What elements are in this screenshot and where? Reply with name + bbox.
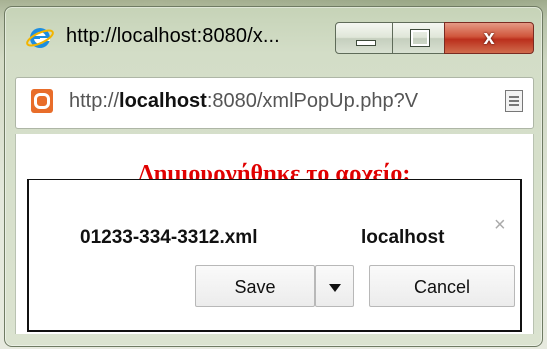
url-prefix: http:// <box>69 90 120 112</box>
minimize-button[interactable] <box>335 22 394 54</box>
document-icon <box>505 90 523 112</box>
internet-explorer-icon <box>26 28 54 48</box>
close-icon: x <box>483 27 495 49</box>
dialog-close-icon[interactable]: × <box>494 215 506 235</box>
address-url[interactable]: http://localhost:8080/xmlPopUp.php?V <box>69 90 418 113</box>
save-button[interactable]: Save <box>195 265 315 307</box>
cancel-button[interactable]: Cancel <box>369 265 515 307</box>
download-file-name: 01233-334-3312.xml <box>80 227 258 248</box>
save-options-dropdown[interactable] <box>315 265 354 307</box>
address-bar[interactable]: http://localhost:8080/xmlPopUp.php?V <box>15 77 534 129</box>
maximize-icon <box>410 29 430 47</box>
download-dialog: 01233-334-3312.xml localhost × Save Canc… <box>27 180 522 332</box>
orange-favicon-icon <box>31 89 53 113</box>
maximize-button[interactable] <box>392 22 446 54</box>
title-bar[interactable]: http://localhost:8080/x... x <box>5 7 542 65</box>
url-rest: :8080/xmlPopUp.php?V <box>206 90 419 112</box>
minimize-icon <box>356 40 376 46</box>
chevron-down-icon <box>328 284 341 293</box>
url-host: localhost <box>119 90 207 112</box>
download-source: localhost <box>361 227 445 248</box>
close-window-button[interactable]: x <box>444 22 534 54</box>
window-title: http://localhost:8080/x... <box>66 25 280 47</box>
